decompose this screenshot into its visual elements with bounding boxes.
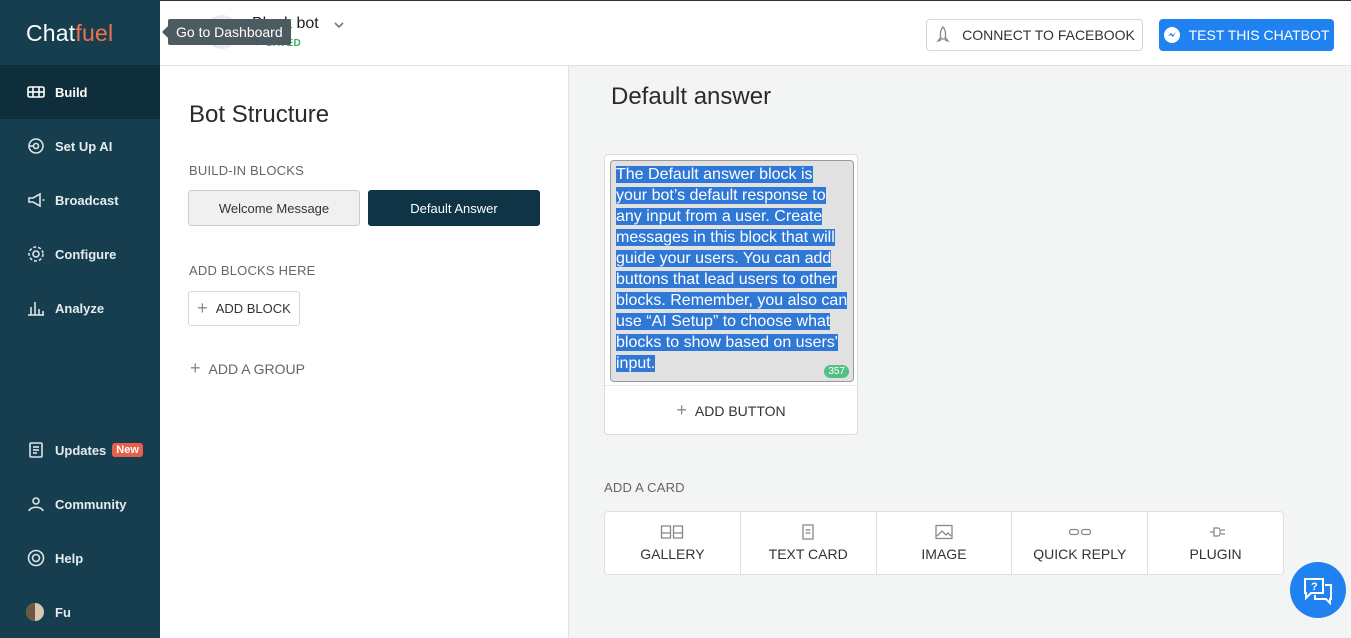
sidebar-item-label: Configure [55,246,117,262]
plus-icon: + [190,358,201,378]
text-card-option[interactable]: TEXT CARD [741,512,877,574]
build-icon [27,86,45,98]
card-option-label: PLUGIN [1189,546,1242,562]
sidebar-item-analyze[interactable]: Analyze [0,281,160,335]
add-block-label: ADD BLOCK [215,301,291,316]
add-group-label: ADD A GROUP [208,360,305,377]
chatfuel-logo[interactable]: Chatfuel [26,20,113,47]
gallery-icon [661,525,684,539]
sidebar-item-label: Help [55,550,84,566]
plus-icon: + [676,400,687,420]
add-block-button[interactable]: + ADD BLOCK [188,291,300,326]
updates-icon [29,442,43,458]
chart-icon [28,302,44,316]
block-title[interactable]: Default answer [611,83,771,111]
rocket-icon [936,26,950,43]
sidebar-item-label: Set Up AI [55,138,113,154]
card-option-label: TEXT CARD [768,546,848,562]
test-label: TEST THIS CHATBOT [1188,27,1330,43]
sidebar-item-user[interactable]: Fu [0,585,160,638]
quick-reply-card-option[interactable]: QUICK REPLY [1012,512,1149,574]
dashboard-tooltip: Go to Dashboard [162,19,291,45]
add-blocks-label: ADD BLOCKS HERE [189,263,316,278]
card-option-label: GALLERY [640,546,705,562]
text-card-icon [802,524,814,540]
character-counter: 357 [824,365,849,378]
logo-text-chat: Chat [26,20,76,46]
image-icon [935,524,953,540]
header: Blank bot ✓ SAVED CONNECT TO FACEBOOK TE… [160,0,1351,66]
add-button-label: ADD BUTTON [694,402,786,419]
built-in-blocks-label: BUILD-IN BLOCKS [189,163,304,178]
sidebar-item-broadcast[interactable]: Broadcast [0,173,160,227]
gallery-card-option[interactable]: GALLERY [605,512,741,574]
ai-icon [28,138,44,154]
community-icon [28,497,44,512]
sidebar-item-help[interactable]: Help [0,531,160,585]
sidebar-item-label: Updates [55,442,107,458]
connect-label: CONNECT TO FACEBOOK [962,27,1135,43]
sidebar-item-community[interactable]: Community [0,477,160,531]
card-text: The Default answer block is your bot’s d… [616,166,848,372]
sidebar-item-label: Analyze [55,300,105,316]
add-button-button[interactable]: + ADD BUTTON [605,385,857,435]
support-chat-button[interactable]: ? [1290,562,1346,618]
plugin-card-option[interactable]: PLUGIN [1148,512,1283,574]
sidebar-item-label: Build [55,84,88,100]
messenger-icon [1163,27,1180,43]
connect-to-facebook-button[interactable]: CONNECT TO FACEBOOK [926,19,1143,51]
card-option-label: QUICK REPLY [1033,546,1127,562]
gear-icon [28,246,44,262]
image-card-option[interactable]: IMAGE [877,512,1013,574]
sidebar-item-label: Broadcast [55,192,119,208]
sidebar-item-label: Fu [55,604,71,620]
card-options: GALLERY TEXT CARD IMAGE QUICK REPLY PLUG… [604,511,1284,575]
plus-icon: + [197,298,208,318]
chevron-down-icon[interactable] [332,18,346,32]
sidebar: Chatfuel Build Set Up AI Broadcast Confi… [0,0,160,638]
sidebar-item-updates[interactable]: Updates New [0,423,160,477]
panel-title: Bot Structure [189,101,330,128]
card-text-field[interactable]: The Default answer block is your bot’s d… [610,160,854,382]
text-card: The Default answer block is your bot’s d… [604,154,858,435]
card-option-label: IMAGE [921,546,967,562]
new-badge: New [112,443,143,457]
chat-bubbles-icon: ? [1304,578,1332,605]
sidebar-item-build[interactable]: Build [0,65,160,119]
plugin-icon [1209,527,1225,537]
welcome-message-block[interactable]: Welcome Message [188,190,360,226]
help-icon [27,549,45,567]
bot-structure-panel: Bot Structure BUILD-IN BLOCKS Welcome Me… [160,66,569,638]
block-editor: Default answer The Default answer block … [569,66,1351,638]
logo-text-fuel: fuel [75,20,114,46]
sidebar-item-configure[interactable]: Configure [0,227,160,281]
user-avatar [26,603,44,621]
add-group-button[interactable]: + ADD A GROUP [190,358,305,379]
sidebar-item-label: Community [55,496,127,512]
test-chatbot-button[interactable]: TEST THIS CHATBOT [1159,19,1334,51]
svg-text:?: ? [1311,581,1318,593]
megaphone-icon [28,192,45,208]
add-card-label: ADD A CARD [604,480,685,495]
sidebar-item-setup-ai[interactable]: Set Up AI [0,119,160,173]
quick-reply-icon [1068,528,1091,536]
default-answer-block[interactable]: Default Answer [368,190,540,226]
